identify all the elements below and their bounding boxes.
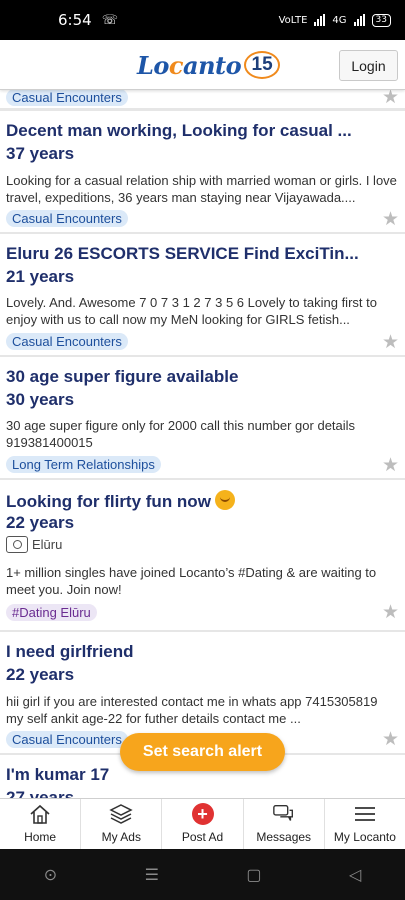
listing-card[interactable]: Looking for flirty fun now 22 years Elūr… xyxy=(0,480,405,630)
category-tag[interactable]: Casual Encounters xyxy=(6,210,128,227)
missed-call-icon: ☏ xyxy=(101,12,118,28)
listing-title[interactable]: Decent man working, Looking for casual .… xyxy=(6,121,352,141)
camera-icon xyxy=(6,536,28,553)
battery-icon: 33 xyxy=(371,13,391,27)
nav-my-locanto[interactable]: My Locanto xyxy=(325,799,405,849)
listing-card[interactable]: Casual Encounters ★ xyxy=(0,90,405,108)
anniversary-badge: 15 xyxy=(244,51,281,79)
listing-description: hii girl if you are interested contact m… xyxy=(6,694,378,726)
wifi-signal-icon xyxy=(314,14,326,26)
listing-title[interactable]: Eluru 26 ESCORTS SERVICE Find ExciTin... xyxy=(6,244,359,264)
set-search-alert-button[interactable]: Set search alert xyxy=(120,733,285,771)
assistant-icon[interactable]: ⊙ xyxy=(44,865,57,885)
nav-label: Home xyxy=(24,830,57,844)
nav-my-ads[interactable]: My Ads xyxy=(81,799,163,849)
cell-signal-icon xyxy=(353,14,365,26)
listing-card[interactable]: Decent man working, Looking for casual .… xyxy=(0,111,405,232)
location-label: Elūru xyxy=(32,537,63,552)
kiss-emoji-icon xyxy=(214,490,235,510)
category-tag[interactable]: Long Term Relationships xyxy=(6,456,161,473)
category-tag[interactable]: Casual Encounters xyxy=(6,731,128,748)
home-icon xyxy=(28,803,52,825)
status-bar: 6:54 ☏ VoLTE 4G 33 xyxy=(0,0,405,40)
volte-icon: VoLTE xyxy=(278,14,308,26)
plus-circle-icon: + xyxy=(191,803,215,825)
favorite-star-icon[interactable]: ★ xyxy=(382,730,399,749)
listing-title[interactable]: Looking for flirty fun now xyxy=(6,490,235,512)
favorite-star-icon[interactable]: ★ xyxy=(382,210,399,229)
nav-home[interactable]: Home xyxy=(0,799,82,849)
listing-age: 22 years xyxy=(6,513,75,532)
chat-icon xyxy=(272,803,296,825)
nav-label: Post Ad xyxy=(181,830,224,844)
listing-card[interactable]: 30 age super figure available 30 years 3… xyxy=(0,357,405,478)
category-tag[interactable]: Casual Encounters xyxy=(6,333,128,350)
nav-label: My Ads xyxy=(101,830,141,844)
category-tag[interactable]: Casual Encounters xyxy=(6,90,128,106)
login-button[interactable]: Login xyxy=(339,50,398,81)
back-icon[interactable]: ◁ xyxy=(349,865,361,885)
home-circle-icon[interactable]: ▢ xyxy=(246,865,261,885)
locanto-logo[interactable]: Locanto 15 xyxy=(137,50,281,80)
bottom-navigation: Home My Ads + Post Ad Messages My Locant… xyxy=(0,798,405,849)
nav-post-ad[interactable]: + Post Ad xyxy=(162,799,244,849)
favorite-star-icon[interactable]: ★ xyxy=(382,603,399,622)
listing-feed[interactable]: Casual Encounters ★ Decent man working, … xyxy=(0,90,405,798)
listing-card[interactable]: Eluru 26 ESCORTS SERVICE Find ExciTin...… xyxy=(0,234,405,355)
status-time: 6:54 xyxy=(58,11,92,29)
listing-age: 37 years xyxy=(6,144,75,163)
network-label: 4G xyxy=(332,14,347,26)
nav-label: My Locanto xyxy=(333,830,396,844)
listing-description: Looking for a casual relation ship with … xyxy=(6,173,397,205)
nav-messages[interactable]: Messages xyxy=(244,799,325,849)
menu-icon xyxy=(353,803,377,825)
app-header: Locanto 15 Login xyxy=(0,40,405,90)
listing-age: 27 years xyxy=(6,788,75,798)
logo-wordmark: Locanto xyxy=(137,50,242,80)
listing-age: 21 years xyxy=(6,267,75,286)
favorite-star-icon[interactable]: ★ xyxy=(382,456,399,475)
system-navigation-bar: ⊙ ☰ ▢ ◁ xyxy=(0,849,405,900)
favorite-star-icon[interactable]: ★ xyxy=(382,333,399,352)
category-tag[interactable]: #Dating Elūru xyxy=(6,604,97,621)
listing-description: 30 age super figure only for 2000 call t… xyxy=(6,418,356,450)
favorite-star-icon[interactable]: ★ xyxy=(382,90,399,107)
listing-location: Elūru xyxy=(6,536,62,553)
listing-description: 1+ million singles have joined Locanto’s… xyxy=(6,565,377,597)
listing-title[interactable]: I'm kumar 17 xyxy=(6,765,109,785)
listing-description: Lovely. And. Awesome 7 0 7 3 1 2 7 3 5 6… xyxy=(6,295,377,327)
listing-title[interactable]: I need girlfriend xyxy=(6,642,134,662)
stack-icon xyxy=(109,803,133,825)
nav-label: Messages xyxy=(256,830,312,844)
listing-age: 22 years xyxy=(6,665,75,684)
listing-title[interactable]: 30 age super figure available xyxy=(6,367,238,387)
listing-age: 30 years xyxy=(6,390,75,409)
recents-icon[interactable]: ☰ xyxy=(145,865,159,885)
